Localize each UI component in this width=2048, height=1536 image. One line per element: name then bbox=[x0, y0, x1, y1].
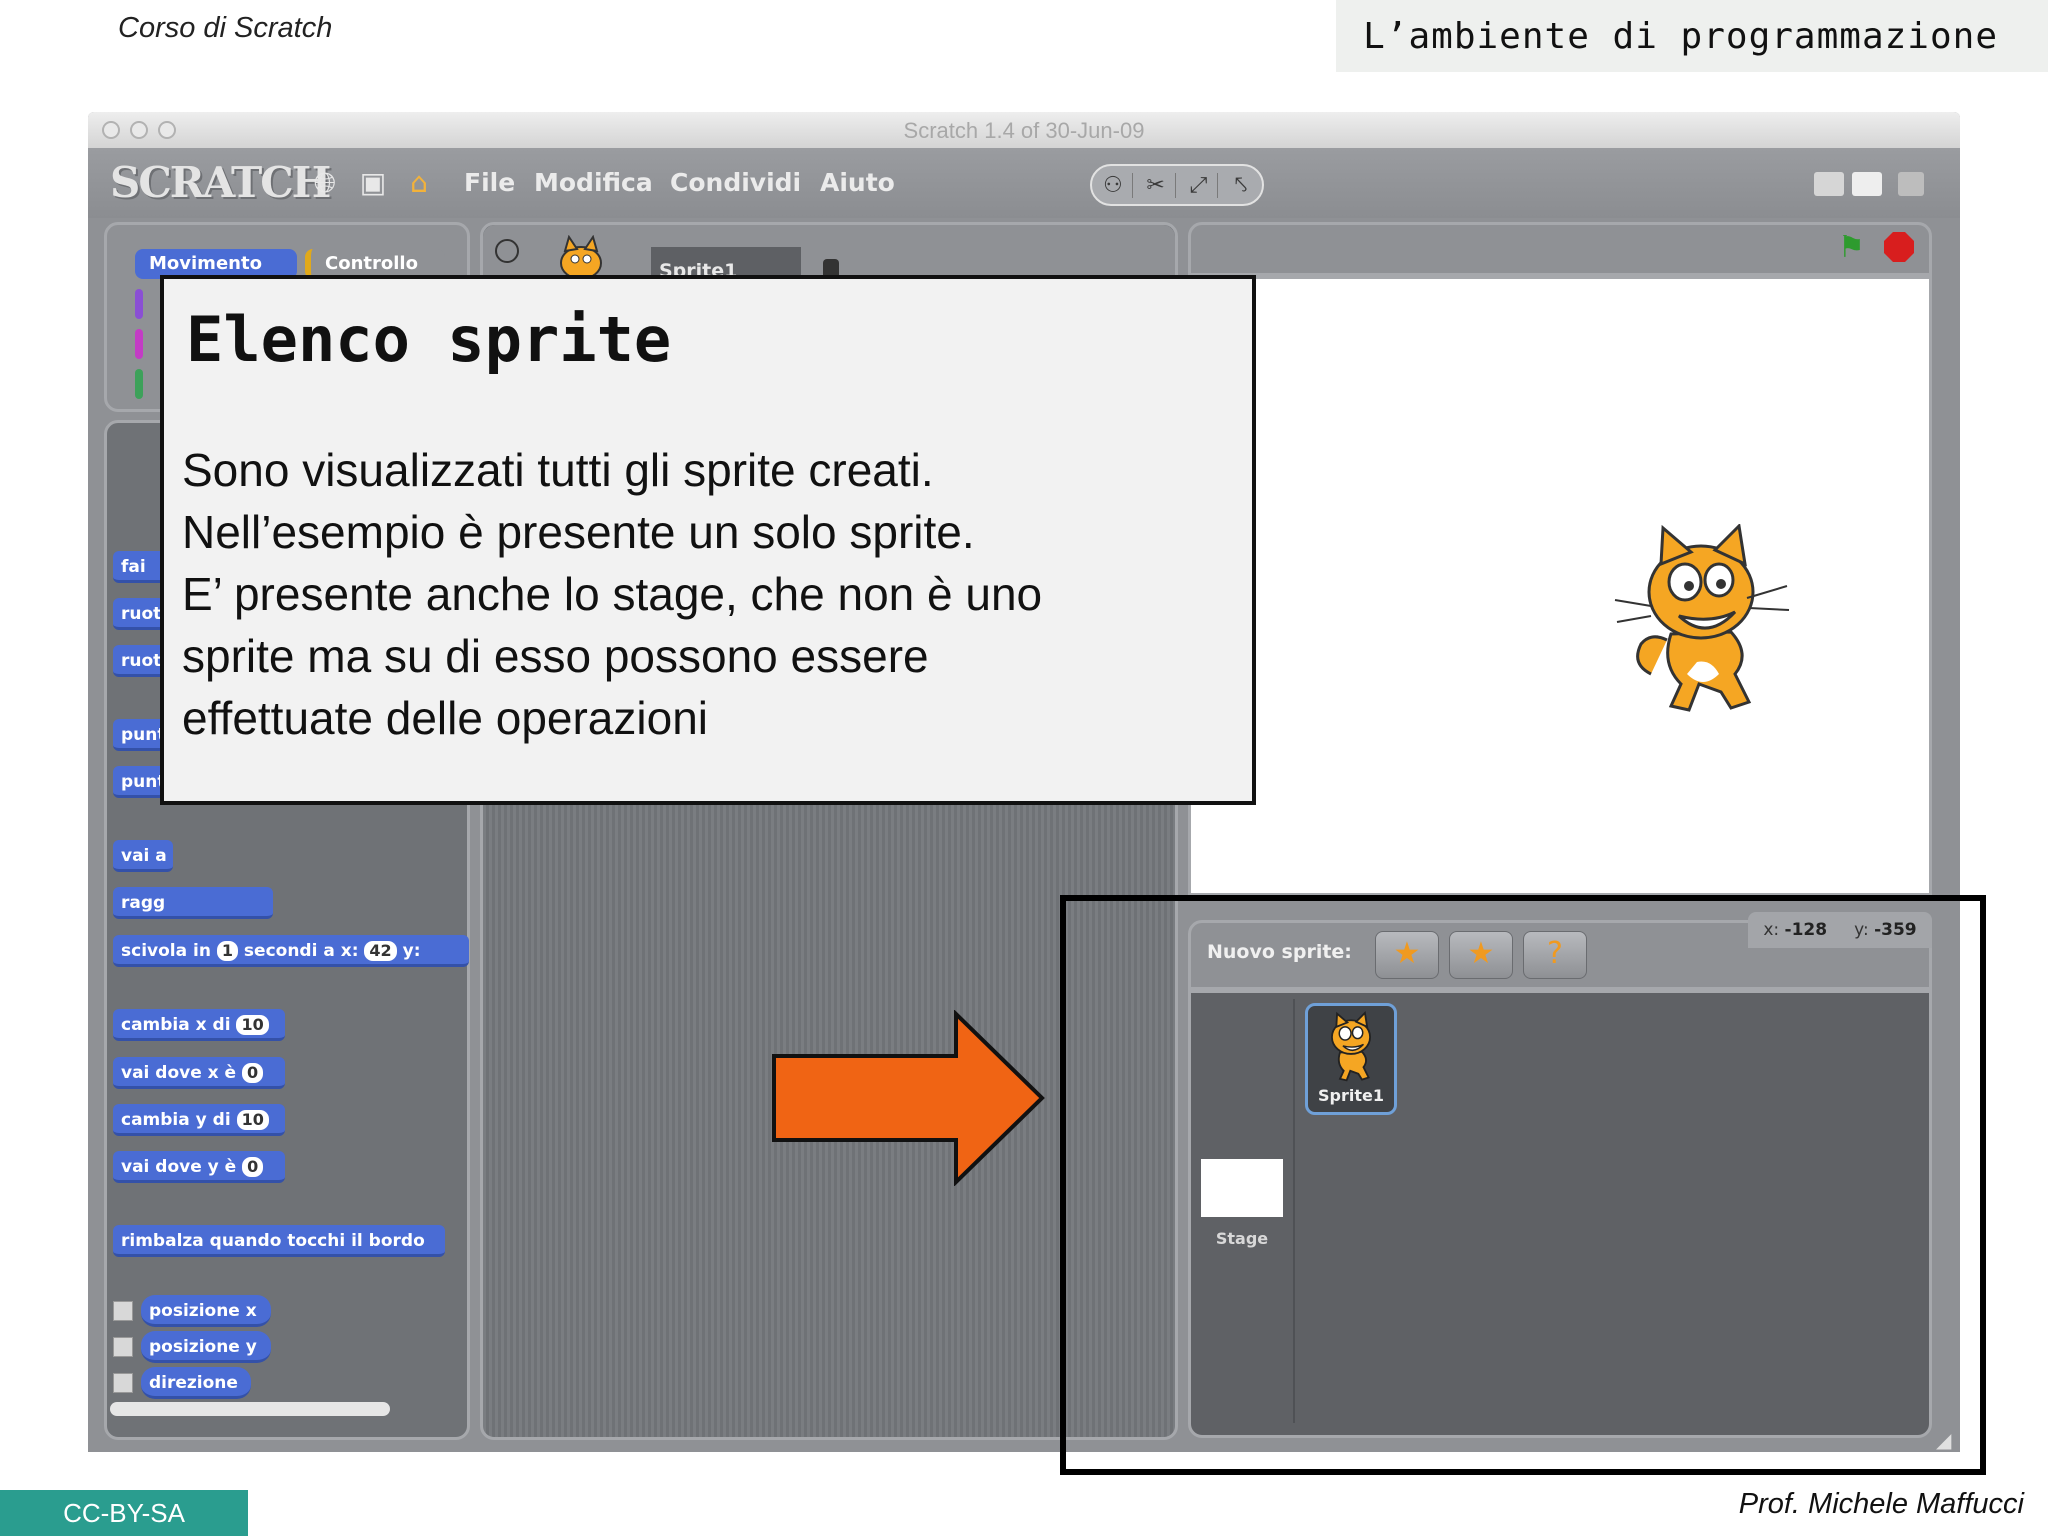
presentation-mode-icon[interactable] bbox=[1898, 172, 1924, 196]
direzione-checkbox[interactable] bbox=[113, 1373, 133, 1393]
block-cambia-x[interactable]: cambia x di 10 bbox=[113, 1009, 285, 1041]
block-vai-a[interactable]: vai a bbox=[113, 840, 173, 872]
course-title: Corso di Scratch bbox=[118, 12, 333, 44]
grow-icon[interactable]: ⤢ bbox=[1179, 172, 1219, 198]
orange-arrow-icon bbox=[772, 1010, 1045, 1186]
sprite-list-highlight-frame bbox=[1060, 895, 1986, 1475]
menu-file[interactable]: File bbox=[464, 168, 515, 197]
block-vai-dove-y[interactable]: vai dove y è 0 bbox=[113, 1151, 285, 1183]
block-vai-dove-y-label: vai dove y è bbox=[121, 1157, 237, 1177]
category-looks-tab[interactable] bbox=[135, 289, 143, 319]
save-icon[interactable]: ▣ bbox=[358, 168, 388, 198]
slide-title-box: L’ambiente di programmazione bbox=[1336, 0, 2048, 72]
block-scivola-label: scivola in bbox=[121, 941, 211, 961]
menubar: SCRATCH 🌐︎ ▣ ⌂ File Modifica Condividi A… bbox=[88, 148, 1960, 218]
share-icon[interactable]: ⌂ bbox=[404, 168, 434, 198]
slide-title: L’ambiente di programmazione bbox=[1363, 16, 1998, 57]
block-cambia-x-label: cambia x di bbox=[121, 1015, 231, 1035]
window-titlebar: Scratch 1.4 of 30-Jun-09 bbox=[88, 112, 1960, 148]
block-rimbalza[interactable]: rimbalza quando tocchi il bordo bbox=[113, 1225, 445, 1257]
menu-aiuto[interactable]: Aiuto bbox=[820, 168, 895, 197]
block-raggiungi[interactable]: ragg bbox=[113, 887, 273, 919]
cat-sprite-on-stage[interactable] bbox=[1611, 524, 1791, 714]
callout-line: effettuate delle operazioni bbox=[182, 692, 708, 744]
reporter-posizione-x[interactable]: posizione x bbox=[141, 1295, 271, 1327]
callout-line: Nell’esempio è presente un solo sprite. bbox=[182, 506, 975, 558]
reporter-direzione[interactable]: direzione bbox=[141, 1367, 251, 1399]
stop-icon[interactable] bbox=[1884, 232, 1914, 262]
stage-toolbar bbox=[1188, 222, 1932, 276]
shrink-icon[interactable]: ⤣ bbox=[1222, 173, 1260, 198]
callout-line: Sono visualizzati tutti gli sprite creat… bbox=[182, 444, 934, 496]
rotation-style-icon[interactable] bbox=[495, 239, 519, 263]
menu-condividi[interactable]: Condividi bbox=[670, 168, 801, 197]
block-scivola-y-label: y: bbox=[402, 941, 421, 961]
category-pen-tab[interactable] bbox=[135, 369, 143, 399]
block-scivola[interactable]: scivola in 1 secondi a x: 42 y: bbox=[113, 935, 469, 967]
reporter-posizione-y[interactable]: posizione y bbox=[141, 1331, 271, 1363]
block-vai-dove-x-label: vai dove x è bbox=[121, 1063, 237, 1083]
block-cambia-y-input[interactable]: 10 bbox=[236, 1110, 269, 1130]
category-sound-tab[interactable] bbox=[135, 329, 143, 359]
sprite-toolbox: ⚇ ✂ ⤢ ⤣ bbox=[1090, 164, 1264, 206]
block-scivola-seconds-input[interactable]: 1 bbox=[216, 941, 238, 961]
block-vai-dove-y-input[interactable]: 0 bbox=[242, 1157, 264, 1177]
delete-scissors-icon[interactable]: ✂ bbox=[1137, 172, 1176, 198]
normal-stage-layout-icon[interactable] bbox=[1852, 172, 1882, 196]
license-badge: CC-BY-SA bbox=[0, 1490, 248, 1536]
posizione-y-checkbox[interactable] bbox=[113, 1337, 133, 1357]
callout-line: sprite ma su di esso possono essere bbox=[182, 630, 929, 682]
stage[interactable] bbox=[1188, 276, 1932, 896]
callout-line: E’ presente anche lo stage, che non è un… bbox=[182, 568, 1043, 620]
block-cambia-x-input[interactable]: 10 bbox=[236, 1015, 269, 1035]
window-title: Scratch 1.4 of 30-Jun-09 bbox=[903, 118, 1145, 143]
block-vai-dove-x-input[interactable]: 0 bbox=[242, 1063, 264, 1083]
block-scivola-mid-label: secondi a x: bbox=[243, 941, 359, 961]
small-stage-layout-icon[interactable] bbox=[1814, 172, 1844, 196]
callout-box: Elenco sprite Sono visualizzati tutti gl… bbox=[160, 275, 1256, 805]
callout-title: Elenco sprite bbox=[186, 303, 672, 376]
block-cambia-y[interactable]: cambia y di 10 bbox=[113, 1104, 285, 1136]
green-flag-icon[interactable]: ⚑ bbox=[1838, 230, 1865, 265]
palette-scrollbar[interactable] bbox=[110, 1402, 390, 1416]
author-credit: Prof. Michele Maffucci bbox=[1738, 1488, 2024, 1520]
scratch-logo: SCRATCH bbox=[110, 158, 331, 207]
posizione-x-checkbox[interactable] bbox=[113, 1301, 133, 1321]
duplicate-icon[interactable]: ⚇ bbox=[1094, 172, 1133, 198]
menu-modifica[interactable]: Modifica bbox=[534, 168, 653, 197]
block-scivola-x-input[interactable]: 42 bbox=[364, 941, 397, 961]
block-vai-dove-x[interactable]: vai dove x è 0 bbox=[113, 1057, 285, 1089]
callout-body: Sono visualizzati tutti gli sprite creat… bbox=[182, 439, 1232, 749]
globe-icon[interactable]: 🌐︎ bbox=[310, 168, 340, 198]
block-cambia-y-label: cambia y di bbox=[121, 1110, 231, 1130]
